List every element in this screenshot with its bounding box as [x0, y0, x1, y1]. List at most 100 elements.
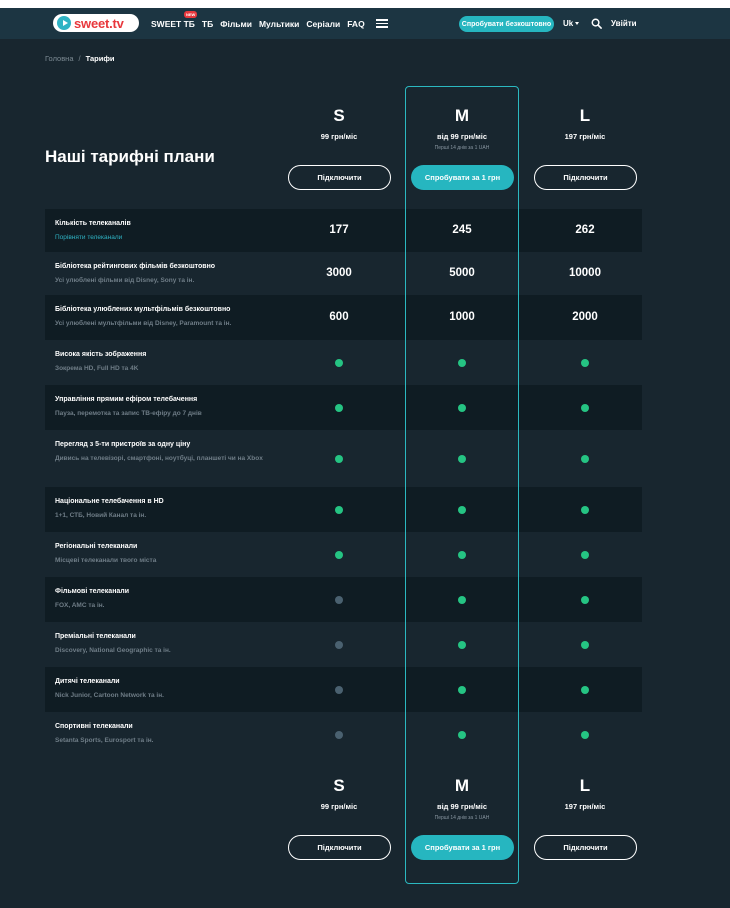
feature-row: Фільмові телеканали FOX, AMC та ін. [45, 577, 642, 622]
feature-value: 2000 [572, 311, 598, 323]
breadcrumb-current: Тарифи [85, 54, 115, 63]
feature-row: Кількість телеканалів Порівняти телеканал… [45, 209, 642, 252]
feature-value: 262 [575, 224, 595, 236]
caret-down-icon [575, 22, 580, 26]
feature-value: 5000 [449, 267, 475, 279]
feature-row: Управління прямим ефіром телебачення Пауз… [45, 385, 642, 430]
feature-row: Бібліотека улюблених мультфільмів безкош… [45, 295, 642, 340]
plan-header-l: L 197 грн/міс Підключити [511, 106, 659, 196]
feature-row: Регіональні телеканали Місцеві телеканали… [45, 532, 642, 577]
feature-row: Перегляд з 5-ти пристроїв за одну ціну Ди… [45, 430, 642, 487]
feature-subtitle: Discovery, National Geographic та ін. [55, 647, 171, 654]
not-included-icon [335, 596, 343, 604]
plan-note [511, 144, 659, 152]
feature-row: Національне телебачення в HD 1+1, СТБ, Но… [45, 487, 642, 532]
nav-item-films[interactable]: Фільми [220, 19, 252, 29]
included-check-icon [581, 359, 589, 367]
login-link[interactable]: Увійти [611, 19, 637, 28]
feature-title: Бібліотека улюблених мультфільмів безкош… [55, 306, 231, 313]
feature-subtitle: 1+1, СТБ, Новий Канал та ін. [55, 512, 147, 519]
feature-row: Спортивні телеканали Setanta Sports, Euro… [45, 712, 642, 757]
connect-button[interactable]: Підключити [288, 165, 391, 190]
feature-row: Бібліотека рейтингових фільмів безкоштов… [45, 252, 642, 295]
included-check-icon [335, 404, 343, 412]
included-check-icon [581, 596, 589, 604]
breadcrumb-home[interactable]: Головна [45, 54, 74, 63]
included-check-icon [581, 686, 589, 694]
included-check-icon [458, 641, 466, 649]
included-check-icon [458, 596, 466, 604]
feature-title: Преміальні телеканали [55, 633, 136, 640]
connect-button[interactable]: Підключити [534, 835, 637, 860]
plan-footer-l: L 197 грн/міс Підключити [511, 776, 659, 866]
included-check-icon [581, 506, 589, 514]
play-icon [57, 16, 71, 30]
feature-title: Управління прямим ефіром телебачення [55, 396, 198, 403]
feature-value: 177 [329, 224, 349, 236]
nav-item-faq[interactable]: FAQ [347, 19, 364, 29]
try-for-1-uah-button[interactable]: Спробувати за 1 грн [411, 835, 514, 860]
nav-item-cartoons[interactable]: Мультики [259, 19, 299, 29]
included-check-icon [458, 404, 466, 412]
included-check-icon [335, 506, 343, 514]
feature-subtitle: Місцеві телеканали твого міста [55, 557, 157, 564]
feature-row: Висока якість зображення Зокрема HD, Full… [45, 340, 642, 385]
included-check-icon [581, 404, 589, 412]
feature-subtitle: Setanta Sports, Eurosport та ін. [55, 737, 154, 744]
new-badge: NEW [184, 10, 198, 18]
feature-subtitle: Nick Junior, Cartoon Network та ін. [55, 692, 164, 699]
breadcrumb: Головна / Тарифи [45, 54, 115, 63]
not-included-icon [335, 641, 343, 649]
compare-channels-link[interactable]: Порівняти телеканали [55, 232, 270, 243]
feature-title: Спортивні телеканали [55, 723, 133, 730]
included-check-icon [581, 641, 589, 649]
main-nav: SWEET ТБ NEW ТБ Фільми Мультики Серіали … [151, 8, 388, 39]
feature-row: Дитячі телеканали Nick Junior, Cartoon Ne… [45, 667, 642, 712]
connect-button[interactable]: Підключити [288, 835, 391, 860]
feature-title: Бібліотека рейтингових фільмів безкоштов… [55, 263, 216, 270]
plan-note [511, 814, 659, 822]
feature-subtitle: Дивись на телевізорі, смартфоні, ноутбуц… [55, 455, 263, 462]
feature-subtitle: Зокрема HD, Full HD та 4K [55, 365, 139, 372]
feature-title: Національне телебачення в HD [55, 498, 164, 505]
nav-item-label: SWEET ТБ [151, 18, 195, 29]
feature-title: Регіональні телеканали [55, 543, 138, 550]
included-check-icon [458, 686, 466, 694]
included-check-icon [458, 455, 466, 463]
included-check-icon [458, 551, 466, 559]
included-check-icon [335, 551, 343, 559]
feature-value: 1000 [449, 311, 475, 323]
nav-item-series[interactable]: Серіали [306, 19, 340, 29]
feature-value: 3000 [326, 267, 352, 279]
included-check-icon [581, 455, 589, 463]
not-included-icon [335, 731, 343, 739]
feature-subtitle: FOX, AMC та ін. [55, 602, 105, 609]
feature-subtitle: Пауза, перемотка та запис ТВ-ефіру до 7 … [55, 410, 202, 417]
not-included-icon [335, 686, 343, 694]
included-check-icon [581, 731, 589, 739]
search-icon[interactable] [591, 18, 602, 29]
feature-row: Преміальні телеканали Discovery, National… [45, 622, 642, 667]
page-title: Наші тарифні плани [45, 147, 215, 166]
feature-value: 600 [329, 311, 349, 323]
feature-subtitle: Усі улюблені фільми від Disney, Sony та … [55, 277, 195, 284]
nav-item-tb[interactable]: ТБ [202, 19, 213, 29]
included-check-icon [581, 551, 589, 559]
menu-icon[interactable] [375, 19, 388, 28]
try-free-button[interactable]: Спробувати безкоштовно [459, 16, 554, 32]
site-header: sweet.tv SWEET ТБ NEW ТБ Фільми Мультики… [0, 8, 730, 39]
feature-title: Кількість телеканалів [55, 220, 131, 227]
logo-text: sweet.tv [74, 15, 124, 31]
breadcrumb-separator: / [78, 54, 81, 63]
feature-title: Перегляд з 5-ти пристроїв за одну ціну [55, 441, 191, 448]
included-check-icon [458, 359, 466, 367]
feature-value: 245 [452, 224, 472, 236]
nav-item-sweet-tb[interactable]: SWEET ТБ NEW [151, 10, 198, 29]
sweet-tv-logo[interactable]: sweet.tv [53, 14, 139, 32]
language-selector[interactable]: Uk [563, 19, 580, 28]
plan-price: 197 грн/міс [564, 132, 606, 141]
included-check-icon [458, 731, 466, 739]
try-for-1-uah-button[interactable]: Спробувати за 1 грн [411, 165, 514, 190]
included-check-icon [335, 359, 343, 367]
connect-button[interactable]: Підключити [534, 165, 637, 190]
